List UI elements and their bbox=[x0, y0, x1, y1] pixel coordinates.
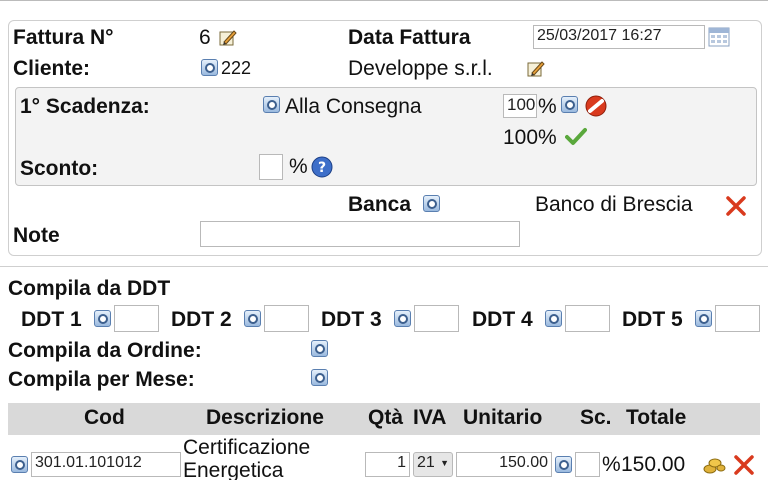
bank-label: Banca bbox=[348, 193, 412, 216]
col-unitario: Unitario bbox=[463, 406, 543, 429]
col-cod: Cod bbox=[84, 406, 125, 429]
discount-input[interactable] bbox=[259, 154, 283, 180]
col-qta: Qtà bbox=[368, 406, 404, 429]
row-delete-icon[interactable] bbox=[732, 453, 756, 477]
compile-month-label: Compila per Mese: bbox=[8, 368, 195, 391]
row-code-input[interactable]: 301.01.101012 bbox=[31, 452, 181, 477]
row-description: Certificazione Energetica bbox=[183, 436, 311, 480]
row-vat-select[interactable]: 21 ▼ bbox=[413, 452, 453, 477]
ddt-2-search-icon[interactable] bbox=[244, 310, 261, 327]
client-label: Cliente: bbox=[13, 57, 91, 80]
ddt-4-label: DDT 4 bbox=[472, 308, 533, 331]
delete-icon[interactable] bbox=[584, 94, 608, 118]
client-edit-icon[interactable] bbox=[526, 59, 546, 79]
client-code: 222 bbox=[221, 58, 252, 78]
ddt-5-search-icon[interactable] bbox=[695, 310, 712, 327]
bank-value: Banco di Brescia bbox=[535, 193, 693, 216]
check-icon bbox=[565, 126, 587, 146]
ddt-1-input[interactable] bbox=[114, 305, 159, 332]
ddt-3-label: DDT 3 bbox=[321, 308, 382, 331]
compile-order-label: Compila da Ordine: bbox=[8, 339, 202, 362]
row-vat-value: 21 bbox=[417, 454, 435, 471]
ddt-1-search-icon[interactable] bbox=[94, 310, 111, 327]
edit-icon[interactable] bbox=[218, 28, 238, 48]
percent-search-icon[interactable] bbox=[561, 96, 578, 113]
ddt-3-search-icon[interactable] bbox=[394, 310, 411, 327]
deadline-percent-input[interactable]: 100 bbox=[503, 94, 537, 118]
ddt-2-input[interactable] bbox=[264, 305, 309, 332]
month-search-icon[interactable] bbox=[311, 369, 328, 386]
code-search-icon[interactable] bbox=[11, 456, 28, 473]
svg-text:?: ? bbox=[318, 160, 326, 176]
col-sc: Sc. bbox=[580, 406, 612, 429]
deadline-percent-sign: % bbox=[538, 95, 557, 118]
top-divider bbox=[0, 0, 768, 1]
col-descrizione: Descrizione bbox=[206, 406, 324, 429]
coins-icon[interactable] bbox=[702, 454, 726, 476]
invoice-date-label: Data Fattura bbox=[348, 26, 471, 49]
client-name: Developpe s.r.l. bbox=[348, 57, 493, 80]
section-divider bbox=[0, 266, 768, 267]
row-unit-price-input[interactable]: 150.00 bbox=[456, 452, 552, 477]
total-percent: 100% bbox=[503, 126, 557, 149]
ddt-5-label: DDT 5 bbox=[622, 308, 683, 331]
calendar-icon[interactable] bbox=[708, 27, 730, 47]
invoice-date-input[interactable]: 25/03/2017 16:27 bbox=[533, 25, 705, 49]
deadline-label: 1° Scadenza: bbox=[20, 95, 150, 118]
bank-close-icon[interactable] bbox=[724, 194, 748, 218]
ddt-4-search-icon[interactable] bbox=[545, 310, 562, 327]
bank-search-icon[interactable] bbox=[423, 195, 440, 212]
discount-label: Sconto: bbox=[20, 157, 99, 180]
price-search-icon[interactable] bbox=[555, 456, 572, 473]
deadline-search-icon[interactable] bbox=[263, 96, 280, 113]
compile-ddt-title: Compila da DDT bbox=[8, 277, 171, 300]
help-icon[interactable]: ? bbox=[310, 155, 334, 179]
ddt-2-label: DDT 2 bbox=[171, 308, 232, 331]
row-discount-input[interactable] bbox=[575, 452, 600, 477]
row-qty-input[interactable]: 1 bbox=[365, 452, 410, 477]
notes-label: Note bbox=[13, 224, 60, 247]
invoice-number-value: 6 bbox=[199, 26, 211, 49]
order-search-icon[interactable] bbox=[311, 340, 328, 357]
ddt-4-input[interactable] bbox=[565, 305, 610, 332]
notes-input[interactable] bbox=[200, 221, 520, 247]
invoice-number-label: Fattura N° bbox=[13, 26, 114, 49]
chevron-down-icon: ▼ bbox=[440, 458, 449, 468]
row-total: 150.00 bbox=[621, 453, 686, 476]
ddt-1-label: DDT 1 bbox=[21, 308, 82, 331]
ddt-5-input[interactable] bbox=[715, 305, 760, 332]
deadline-value: Alla Consegna bbox=[285, 95, 422, 118]
row-discount-unit: % bbox=[602, 453, 621, 476]
col-totale: Totale bbox=[626, 406, 687, 429]
col-iva: IVA bbox=[413, 406, 447, 429]
client-search-icon[interactable] bbox=[201, 59, 218, 76]
discount-unit: % bbox=[289, 155, 308, 178]
ddt-3-input[interactable] bbox=[414, 305, 459, 332]
